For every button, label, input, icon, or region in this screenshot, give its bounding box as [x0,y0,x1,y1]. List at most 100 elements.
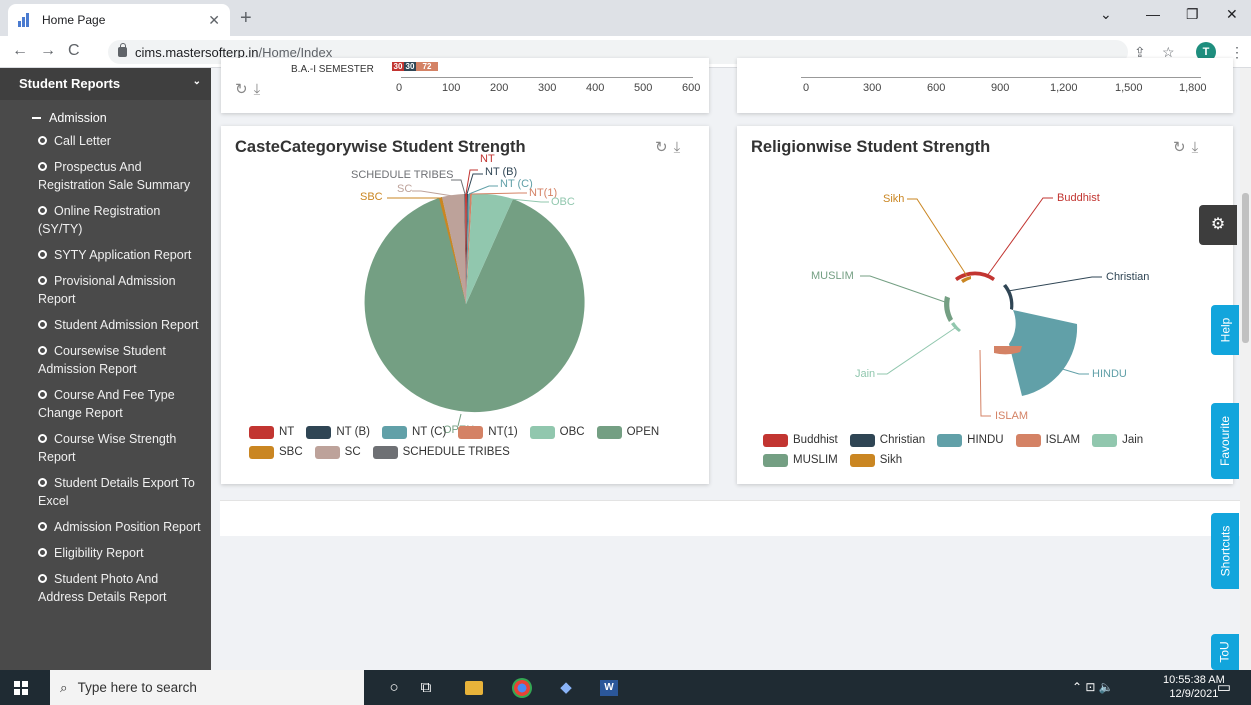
sidebar-item-label: Student Photo And Address Details Report [38,572,167,604]
reload-button[interactable]: C [68,42,80,60]
rose-sector-hindu[interactable] [1009,310,1078,396]
word-icon[interactable]: W [600,680,618,696]
sidebar-item-label: Provisional Admission Report [38,274,176,306]
rose-sector-jain[interactable] [951,322,961,332]
rose-label-jain: Jain [855,368,876,380]
collapse-dash-icon [32,116,41,119]
sidebar-item-course-fee-change[interactable]: Course And Fee Type Change Report [0,382,211,426]
sidebar-item-label: Course Wise Strength Report [38,432,177,464]
back-button[interactable]: ← [12,42,28,60]
tick-label: 100 [442,82,461,94]
pie-label-nt: NT [480,153,495,165]
sidebar-item-provisional-admission[interactable]: Provisional Admission Report [0,268,211,312]
help-tab[interactable]: Help [1211,305,1239,355]
file-explorer-icon[interactable] [465,681,483,695]
legend-item-islam[interactable]: ISLAM [1015,430,1080,450]
legend-item-nt[interactable]: NT [249,422,294,442]
restore-button[interactable]: ❐ [1186,6,1199,23]
chrome-icon[interactable] [512,678,532,698]
legend-item-sbc[interactable]: SBC [249,442,303,462]
legend-item-obc[interactable]: OBC [529,422,585,442]
rose-sector-muslim[interactable] [944,296,953,322]
legend-item-nt-c[interactable]: NT (C) [382,422,446,442]
legend-item-nt-b[interactable]: NT (B) [306,422,370,442]
bar-segment: 72 [416,62,438,71]
rose-label-muslim: MUSLIM [811,270,854,282]
chart-toolbox-icons: ↻⤓ [235,81,267,98]
sidebar-item-call-letter[interactable]: Call Letter [0,128,211,154]
top-right-chart-card: 0 300 600 900 1,200 1,500 1,800 [737,58,1233,113]
legend-item-nt1[interactable]: NT(1) [458,422,518,442]
bar-segment: 30 [392,62,404,71]
sidebar-item-label: Prospectus And Registration Sale Summary [38,160,191,192]
legend-item-buddhist[interactable]: Buddhist [763,430,838,450]
windows-taskbar: ⌕ Type here to search ○ ⧉ ◆ W ⌃ ⊡ 🔈 10:5… [0,670,1251,705]
legend-item-open[interactable]: OPEN [596,422,659,442]
tick-label: 1,200 [1050,82,1078,94]
sidebar-item-admission-position[interactable]: Admission Position Report [0,514,211,540]
sidebar-item-export-excel[interactable]: Student Details Export To Excel [0,470,211,514]
cortana-icon[interactable]: ○ [384,678,404,698]
sidebar-item-label: SYTY Application Report [54,248,192,262]
sidebar-item-online-registration[interactable]: Online Registration (SY/TY) [0,198,211,242]
page-favicon-icon [18,13,32,27]
tick-label: 0 [396,82,403,94]
sidebar: Student Reports ⌄ Admission Call Letter … [0,68,211,670]
sidebar-section-header[interactable]: Student Reports ⌄ [0,68,211,100]
circle-bullet-icon [38,478,47,487]
legend-item-schedule-tribes[interactable]: SCHEDULE TRIBES [372,442,510,462]
circle-bullet-icon [38,346,47,355]
circle-bullet-icon [38,434,47,443]
x-axis-line [801,77,1201,78]
sidebar-item-label: Student Admission Report [54,318,199,332]
legend-item-hindu[interactable]: HINDU [937,430,1004,450]
rose-sector-christian[interactable] [1003,284,1014,310]
notifications-icon[interactable]: ▭ [1214,678,1234,698]
legend-item-muslim[interactable]: MUSLIM [763,450,838,470]
scrollbar-thumb[interactable] [1242,193,1249,343]
caste-category-card: CasteCategorywise Student Strength ↻⤓ NT… [221,126,709,484]
sidebar-item-prospectus[interactable]: Prospectus And Registration Sale Summary [0,154,211,198]
sidebar-item-student-admission[interactable]: Student Admission Report [0,312,211,338]
shortcuts-tab-label: Shortcuts [1218,525,1233,577]
tab-search-icon[interactable]: ⌄ [1100,6,1112,23]
system-tray-icons[interactable]: ⌃ ⊡ 🔈 [1072,680,1114,694]
sidebar-item-label: Call Letter [54,134,111,148]
tou-tab[interactable]: ToU [1211,634,1239,670]
tick-label: 1,500 [1115,82,1143,94]
sidebar-item-eligibility[interactable]: Eligibility Report [0,540,211,566]
favourite-tab[interactable]: Favourite [1211,403,1239,479]
browser-tab[interactable]: Home Page ✕ [8,4,230,36]
new-tab-button[interactable]: + [240,7,252,30]
circle-bullet-icon [38,320,47,329]
tick-label: 500 [634,82,653,94]
sidebar-subgroup-admission[interactable]: Admission [0,100,211,128]
sidebar-item-label: Student Details Export To Excel [38,476,195,508]
minimize-button[interactable]: — [1146,6,1160,22]
tick-label: 300 [538,82,557,94]
sidebar-item-label: Admission Position Report [54,520,201,534]
circle-bullet-icon [38,574,47,583]
page-scrollbar[interactable] [1240,68,1251,670]
tick-label: 400 [586,82,605,94]
legend-item-christian[interactable]: Christian [849,430,925,450]
forward-button[interactable]: → [40,42,56,60]
windows-start-icon[interactable] [14,681,28,695]
sidebar-item-photo-address[interactable]: Student Photo And Address Details Report [0,566,211,610]
tick-label: 1,800 [1179,82,1207,94]
legend-item-sikh[interactable]: Sikh [849,450,902,470]
shortcuts-tab[interactable]: Shortcuts [1211,513,1239,589]
rose-label-buddhist: Buddhist [1057,192,1100,204]
settings-gear-icon[interactable]: ⚙ [1199,205,1237,245]
legend-item-sc[interactable]: SC [314,442,361,462]
task-view-icon[interactable]: ⧉ [416,678,436,698]
app-icon[interactable]: ◆ [556,678,576,698]
sidebar-item-syty-application[interactable]: SYTY Application Report [0,242,211,268]
close-tab-icon[interactable]: ✕ [208,12,220,29]
sidebar-item-course-wise-strength[interactable]: Course Wise Strength Report [0,426,211,470]
close-window-button[interactable]: ✕ [1226,6,1238,23]
taskbar-search-box[interactable]: ⌕ Type here to search [50,670,364,705]
legend-item-jain[interactable]: Jain [1092,430,1143,450]
sidebar-item-coursewise-admission[interactable]: Coursewise Student Admission Report [0,338,211,382]
circle-bullet-icon [38,206,47,215]
